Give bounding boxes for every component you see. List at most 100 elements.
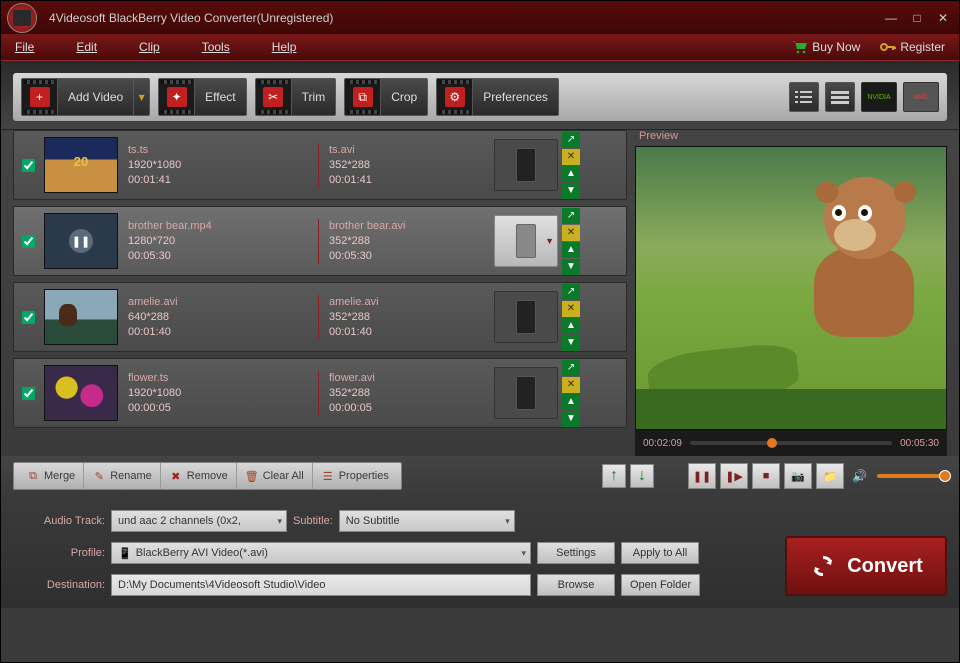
gear-icon: ⚙ — [437, 79, 473, 115]
input-filename: ts.ts — [128, 143, 318, 158]
clear-all-button[interactable]: 🗑Clear All — [237, 463, 313, 489]
add-video-button[interactable]: + Add Video ▾ — [21, 78, 150, 116]
remove-button[interactable]: ✖Remove — [161, 463, 237, 489]
move-up-button[interactable]: ↑ — [602, 464, 626, 488]
remove-row-icon[interactable]: ✕ — [562, 377, 580, 393]
menu-edit[interactable]: Edit — [76, 40, 97, 54]
row-checkbox[interactable] — [22, 235, 35, 248]
file-row[interactable]: ts.ts 1920*1080 00:01:41 ts.avi 352*288 … — [13, 130, 627, 200]
menubar: File Edit Clip Tools Help Buy Now Regist… — [1, 34, 959, 61]
convert-label: Convert — [847, 555, 923, 578]
merge-button[interactable]: ⧉Merge — [18, 463, 84, 489]
settings-button[interactable]: Settings — [537, 542, 615, 564]
preview-panel: Preview 00:02:09 00:05:30 — [635, 130, 947, 456]
move-down-icon[interactable]: ▼ — [562, 183, 580, 199]
settings-form: Audio Track: und aac 2 channels (0x2, Su… — [13, 510, 765, 596]
move-down-icon[interactable]: ▼ — [562, 259, 580, 275]
view-compact-button[interactable] — [825, 82, 855, 112]
apply-all-button[interactable]: Apply to All — [621, 542, 699, 564]
output-filename: flower.avi — [329, 371, 494, 386]
cart-icon — [792, 40, 808, 54]
refresh-icon — [809, 552, 837, 580]
subtitle-select[interactable]: No Subtitle — [339, 510, 515, 532]
minimize-button[interactable]: — — [881, 9, 901, 27]
expand-icon[interactable]: ↗ — [562, 284, 580, 300]
buy-now-link[interactable]: Buy Now — [792, 40, 860, 54]
snapshot-folder-button[interactable]: 📁 — [816, 463, 844, 489]
maximize-button[interactable]: □ — [907, 9, 927, 27]
preview-screen[interactable] — [635, 146, 947, 430]
seek-bar[interactable] — [690, 441, 892, 445]
move-down-icon[interactable]: ▼ — [562, 411, 580, 427]
destination-field[interactable]: D:\My Documents\4Videosoft Studio\Video — [111, 574, 531, 596]
effect-button[interactable]: ✦ Effect — [158, 78, 246, 116]
input-info: amelie.avi 640*288 00:01:40 — [124, 295, 318, 340]
move-down-icon[interactable]: ▼ — [562, 335, 580, 351]
row-checkbox[interactable] — [22, 159, 35, 172]
preview-label: Preview — [635, 130, 947, 146]
add-video-dropdown[interactable]: ▾ — [133, 79, 149, 115]
device-selector[interactable] — [494, 139, 558, 191]
move-up-icon[interactable]: ▲ — [562, 242, 580, 258]
crop-button[interactable]: ⧉ Crop — [344, 78, 428, 116]
profile-select[interactable]: 📱BlackBerry AVI Video(*.avi) — [111, 542, 531, 564]
remove-row-icon[interactable]: ✕ — [562, 301, 580, 317]
file-row[interactable]: ❚❚ brother bear.mp4 1280*720 00:05:30 br… — [13, 206, 627, 276]
rename-button[interactable]: ✎Rename — [84, 463, 161, 489]
browse-button[interactable]: Browse — [537, 574, 615, 596]
register-link[interactable]: Register — [880, 40, 945, 54]
profile-label: Profile: — [13, 547, 105, 559]
audio-track-select[interactable]: und aac 2 channels (0x2, — [111, 510, 287, 532]
device-selector[interactable] — [494, 291, 558, 343]
list-actions: ⧉Merge ✎Rename ✖Remove 🗑Clear All ☰Prope… — [13, 462, 402, 490]
thumbnail — [44, 289, 118, 345]
trim-button[interactable]: ✂ Trim — [255, 78, 337, 116]
row-controls: ↗ ✕ ▲ ▼ — [562, 208, 580, 275]
step-button[interactable]: ❚▶ — [720, 463, 748, 489]
output-duration: 00:00:05 — [329, 401, 494, 416]
preferences-label: Preferences — [473, 90, 558, 104]
output-info: ts.avi 352*288 00:01:41 — [318, 143, 494, 188]
app-logo — [7, 3, 37, 33]
expand-icon[interactable]: ↗ — [562, 132, 580, 148]
open-folder-button[interactable]: Open Folder — [621, 574, 700, 596]
convert-button[interactable]: Convert — [785, 536, 947, 596]
move-up-icon[interactable]: ▲ — [562, 394, 580, 410]
device-selector[interactable] — [494, 367, 558, 419]
menu-file[interactable]: File — [15, 40, 34, 54]
row-checkbox[interactable] — [22, 311, 35, 324]
expand-icon[interactable]: ↗ — [562, 208, 580, 224]
input-duration: 00:01:40 — [128, 325, 318, 340]
volume-slider[interactable] — [877, 474, 947, 478]
menu-tools[interactable]: Tools — [202, 40, 230, 54]
remove-row-icon[interactable]: ✕ — [562, 149, 580, 165]
row-checkbox[interactable] — [22, 387, 35, 400]
menu-clip[interactable]: Clip — [139, 40, 160, 54]
close-button[interactable]: ✕ — [933, 9, 953, 27]
file-row[interactable]: amelie.avi 640*288 00:01:40 amelie.avi 3… — [13, 282, 627, 352]
expand-icon[interactable]: ↗ — [562, 360, 580, 376]
remove-row-icon[interactable]: ✕ — [562, 225, 580, 241]
settings-area: Audio Track: und aac 2 channels (0x2, Su… — [1, 496, 959, 608]
output-resolution: 352*288 — [329, 386, 494, 401]
trash-icon: 🗑 — [245, 469, 259, 483]
output-filename: ts.avi — [329, 143, 494, 158]
add-video-label: Add Video — [58, 90, 133, 104]
move-up-icon[interactable]: ▲ — [562, 318, 580, 334]
time-total: 00:05:30 — [900, 438, 939, 449]
menu-help[interactable]: Help — [272, 40, 297, 54]
output-info: brother bear.avi 352*288 00:05:30 — [318, 219, 494, 264]
view-list-button[interactable] — [789, 82, 819, 112]
add-icon: + — [22, 79, 58, 115]
properties-button[interactable]: ☰Properties — [313, 463, 397, 489]
stop-button[interactable]: ■ — [752, 463, 780, 489]
move-up-icon[interactable]: ▲ — [562, 166, 580, 182]
device-selector[interactable]: ▼ — [494, 215, 558, 267]
move-down-button[interactable]: ↓ — [630, 464, 654, 488]
window-title: 4Videosoft BlackBerry Video Converter(Un… — [49, 11, 875, 25]
input-resolution: 640*288 — [128, 310, 318, 325]
pause-button[interactable]: ❚❚ — [688, 463, 716, 489]
file-row[interactable]: flower.ts 1920*1080 00:00:05 flower.avi … — [13, 358, 627, 428]
preferences-button[interactable]: ⚙ Preferences — [436, 78, 559, 116]
snapshot-button[interactable]: 📷 — [784, 463, 812, 489]
